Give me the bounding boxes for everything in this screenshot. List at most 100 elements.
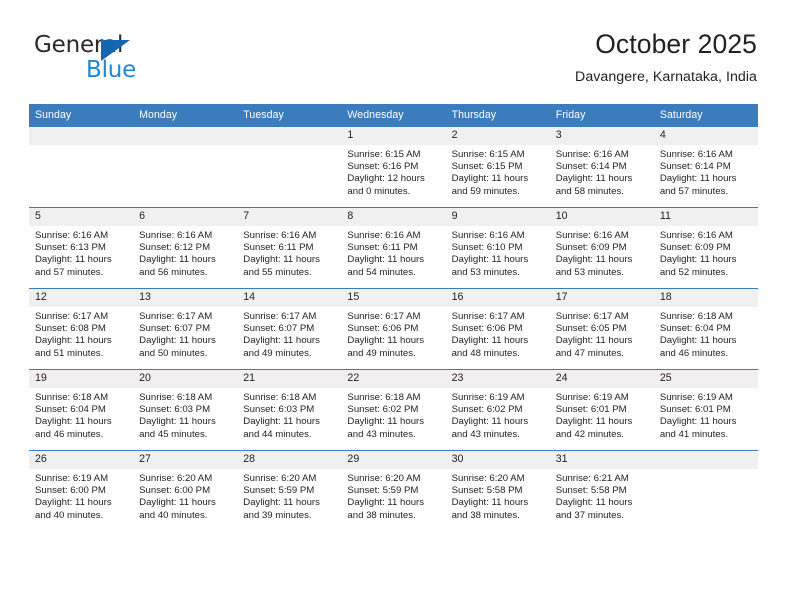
sunset-text: Sunset: 6:14 PM — [659, 161, 731, 173]
sunrise-text: Sunrise: 6:17 AM — [451, 311, 525, 322]
sunset-text: Sunset: 6:16 PM — [347, 161, 419, 173]
page-title: October 2025 — [595, 29, 757, 59]
page-subtitle: Davangere, Karnataka, India — [575, 68, 757, 85]
sunrise-text: Sunrise: 6:18 AM — [139, 392, 213, 403]
day-details: Sunrise: 6:17 AM Sunset: 6:07 PM Daylight:… — [133, 307, 237, 360]
sunset-text: Sunset: 6:02 PM — [451, 404, 523, 416]
daylight-text: Daylight: 11 hours and 44 minutes. — [243, 416, 320, 440]
calendar-day-cell[interactable]: 27 Sunrise: 6:20 AM Sunset: 6:00 PM Dayligh… — [133, 450, 238, 531]
calendar-day-cell[interactable]: 24 Sunrise: 6:19 AM Sunset: 6:01 PM Dayligh… — [549, 369, 654, 451]
calendar-day-cell[interactable]: 19 Sunrise: 6:18 AM Sunset: 6:04 PM Dayligh… — [29, 369, 134, 451]
calendar-day-cell[interactable]: 2 Sunrise: 6:15 AM Sunset: 6:15 PM Daylight… — [445, 126, 550, 208]
calendar-week-row: 26 Sunrise: 6:19 AM Sunset: 6:00 PM Dayligh… — [29, 450, 758, 531]
calendar-day-cell[interactable]: 17 Sunrise: 6:17 AM Sunset: 6:05 PM Dayligh… — [549, 288, 654, 370]
day-number: 14 — [237, 289, 342, 307]
calendar-day-cell[interactable]: 14 Sunrise: 6:17 AM Sunset: 6:07 PM Dayligh… — [237, 288, 342, 370]
sunset-text: Sunset: 6:01 PM — [659, 404, 731, 416]
daylight-text: Daylight: 11 hours and 41 minutes. — [659, 416, 737, 440]
day-number — [29, 127, 134, 145]
sunrise-text: Sunrise: 6:16 AM — [451, 230, 525, 241]
calendar-day-cell[interactable]: 13 Sunrise: 6:17 AM Sunset: 6:07 PM Dayligh… — [133, 288, 238, 370]
day-number: 2 — [445, 127, 550, 145]
calendar-day-cell[interactable]: 6 Sunrise: 6:16 AM Sunset: 6:12 PM Daylight… — [133, 207, 238, 289]
calendar-day-cell[interactable]: 10 Sunrise: 6:16 AM Sunset: 6:09 PM Dayligh… — [549, 207, 654, 289]
calendar-day-cell-empty — [237, 126, 342, 208]
sunset-text: Sunset: 6:04 PM — [659, 323, 731, 335]
sunset-text: Sunset: 6:09 PM — [659, 242, 731, 254]
calendar-day-cell[interactable]: 15 Sunrise: 6:17 AM Sunset: 6:06 PM Dayligh… — [341, 288, 446, 370]
calendar-day-cell[interactable]: 5 Sunrise: 6:16 AM Sunset: 6:13 PM Daylight… — [29, 207, 134, 289]
weekday-header-monday: Monday — [133, 104, 238, 127]
calendar-day-cell[interactable]: 20 Sunrise: 6:18 AM Sunset: 6:03 PM Dayligh… — [133, 369, 238, 451]
calendar-day-cell[interactable]: 7 Sunrise: 6:16 AM Sunset: 6:11 PM Daylight… — [237, 207, 342, 289]
sunrise-text: Sunrise: 6:18 AM — [659, 311, 733, 322]
page-header: General Blue October 2025 Davangere, Kar… — [0, 0, 792, 100]
calendar-day-cell[interactable]: 8 Sunrise: 6:16 AM Sunset: 6:11 PM Daylight… — [341, 207, 446, 289]
sunrise-text: Sunrise: 6:19 AM — [659, 392, 733, 403]
daylight-text: Daylight: 11 hours and 50 minutes. — [139, 335, 216, 359]
day-details: Sunrise: 6:19 AM Sunset: 6:01 PM Daylight:… — [550, 388, 654, 441]
day-details: Sunrise: 6:16 AM Sunset: 6:09 PM Daylight:… — [550, 226, 654, 279]
calendar-page: General Blue October 2025 Davangere, Kar… — [0, 0, 792, 612]
daylight-text: Daylight: 11 hours and 46 minutes. — [659, 335, 737, 359]
calendar-day-cell[interactable]: 26 Sunrise: 6:19 AM Sunset: 6:00 PM Dayligh… — [29, 450, 134, 531]
day-details: Sunrise: 6:18 AM Sunset: 6:02 PM Daylight:… — [341, 388, 445, 441]
day-details: Sunrise: 6:19 AM Sunset: 6:00 PM Daylight:… — [29, 469, 133, 522]
calendar-day-cell[interactable]: 30 Sunrise: 6:20 AM Sunset: 5:58 PM Dayligh… — [445, 450, 550, 531]
daylight-text: Daylight: 11 hours and 59 minutes. — [451, 173, 529, 197]
day-details: Sunrise: 6:17 AM Sunset: 6:06 PM Daylight:… — [341, 307, 445, 360]
sunrise-text: Sunrise: 6:16 AM — [243, 230, 317, 241]
day-number: 28 — [237, 451, 342, 469]
calendar-day-cell[interactable]: 12 Sunrise: 6:17 AM Sunset: 6:08 PM Dayligh… — [29, 288, 134, 370]
general-blue-logo[interactable]: General Blue — [34, 32, 214, 88]
sunset-text: Sunset: 6:06 PM — [347, 323, 419, 335]
calendar-day-cell[interactable]: 23 Sunrise: 6:19 AM Sunset: 6:02 PM Dayligh… — [445, 369, 550, 451]
day-number: 10 — [549, 208, 654, 226]
sunrise-text: Sunrise: 6:18 AM — [243, 392, 317, 403]
sunset-text: Sunset: 6:01 PM — [555, 404, 627, 416]
calendar-day-cell[interactable]: 9 Sunrise: 6:16 AM Sunset: 6:10 PM Daylight… — [445, 207, 550, 289]
sunset-text: Sunset: 6:06 PM — [451, 323, 523, 335]
calendar-day-cell[interactable]: 22 Sunrise: 6:18 AM Sunset: 6:02 PM Dayligh… — [341, 369, 446, 451]
day-details: Sunrise: 6:16 AM Sunset: 6:09 PM Daylight:… — [654, 226, 758, 279]
calendar-day-cell[interactable]: 18 Sunrise: 6:18 AM Sunset: 6:04 PM Dayligh… — [653, 288, 758, 370]
daylight-text: Daylight: 11 hours and 48 minutes. — [451, 335, 529, 359]
calendar-day-cell[interactable]: 4 Sunrise: 6:16 AM Sunset: 6:14 PM Daylight… — [653, 126, 758, 208]
sunset-text: Sunset: 6:12 PM — [139, 242, 211, 254]
day-number: 12 — [29, 289, 134, 307]
day-details: Sunrise: 6:17 AM Sunset: 6:08 PM Daylight:… — [29, 307, 133, 360]
sunrise-text: Sunrise: 6:17 AM — [139, 311, 213, 322]
day-number: 3 — [549, 127, 654, 145]
day-number: 26 — [29, 451, 134, 469]
sunset-text: Sunset: 6:00 PM — [139, 485, 211, 497]
sunset-text: Sunset: 6:03 PM — [139, 404, 211, 416]
day-details: Sunrise: 6:20 AM Sunset: 5:58 PM Daylight:… — [446, 469, 550, 522]
calendar-day-cell[interactable]: 29 Sunrise: 6:20 AM Sunset: 5:59 PM Dayligh… — [341, 450, 446, 531]
day-number: 27 — [133, 451, 238, 469]
day-details: Sunrise: 6:16 AM Sunset: 6:14 PM Daylight:… — [550, 145, 654, 198]
calendar-day-cell[interactable]: 11 Sunrise: 6:16 AM Sunset: 6:09 PM Dayligh… — [653, 207, 758, 289]
calendar-day-cell[interactable]: 3 Sunrise: 6:16 AM Sunset: 6:14 PM Daylight… — [549, 126, 654, 208]
day-details: Sunrise: 6:15 AM Sunset: 6:15 PM Daylight:… — [446, 145, 550, 198]
calendar-day-cell[interactable]: 21 Sunrise: 6:18 AM Sunset: 6:03 PM Dayligh… — [237, 369, 342, 451]
sunrise-text: Sunrise: 6:16 AM — [659, 230, 733, 241]
sunset-text: Sunset: 6:14 PM — [555, 161, 627, 173]
day-number: 15 — [341, 289, 446, 307]
daylight-text: Daylight: 11 hours and 53 minutes. — [451, 254, 529, 278]
calendar-day-cell-empty — [29, 126, 134, 208]
day-details: Sunrise: 6:18 AM Sunset: 6:03 PM Daylight:… — [133, 388, 237, 441]
sunset-text: Sunset: 5:58 PM — [555, 485, 627, 497]
day-details: Sunrise: 6:20 AM Sunset: 5:59 PM Daylight:… — [237, 469, 341, 522]
daylight-text: Daylight: 11 hours and 54 minutes. — [347, 254, 425, 278]
calendar-day-cell[interactable]: 1 Sunrise: 6:15 AM Sunset: 6:16 PM Daylight… — [341, 126, 446, 208]
daylight-text: Daylight: 11 hours and 46 minutes. — [35, 416, 112, 440]
calendar-day-cell[interactable]: 16 Sunrise: 6:17 AM Sunset: 6:06 PM Dayligh… — [445, 288, 550, 370]
daylight-text: Daylight: 11 hours and 43 minutes. — [347, 416, 425, 440]
sunrise-text: Sunrise: 6:16 AM — [347, 230, 421, 241]
weekday-header-sunday: Sunday — [29, 104, 134, 127]
daylight-text: Daylight: 11 hours and 49 minutes. — [347, 335, 425, 359]
calendar-day-cell[interactable]: 25 Sunrise: 6:19 AM Sunset: 6:01 PM Dayligh… — [653, 369, 758, 451]
day-number: 31 — [549, 451, 654, 469]
calendar-day-cell[interactable]: 28 Sunrise: 6:20 AM Sunset: 5:59 PM Dayligh… — [237, 450, 342, 531]
calendar-day-cell[interactable]: 31 Sunrise: 6:21 AM Sunset: 5:58 PM Dayligh… — [549, 450, 654, 531]
